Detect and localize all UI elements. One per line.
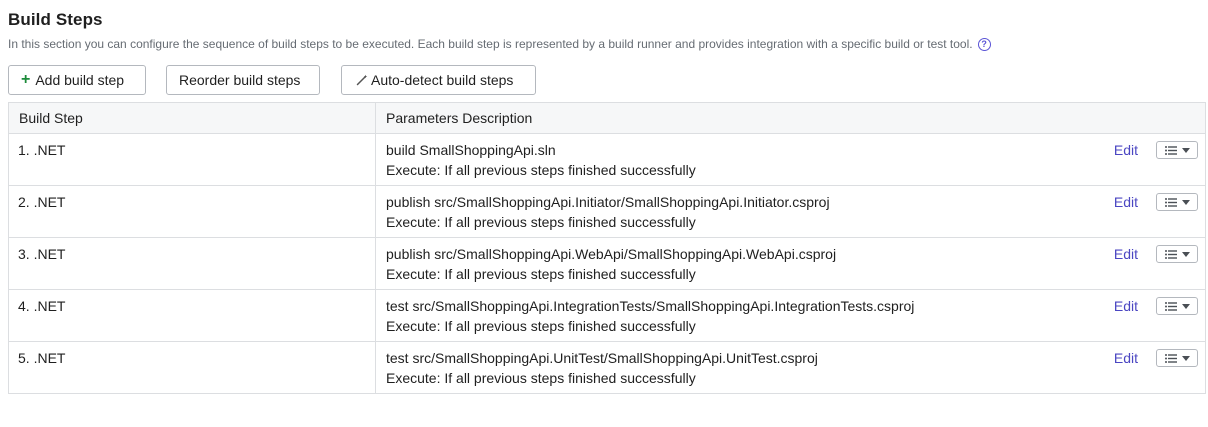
add-build-step-button[interactable]: + Add build step — [8, 65, 146, 95]
build-steps-table: Build Step Parameters Description 1. .NE… — [8, 102, 1206, 394]
page-title: Build Steps — [8, 10, 103, 29]
step-execute-condition: Execute: If all previous steps finished … — [386, 370, 696, 386]
help-circle-icon[interactable]: ? — [977, 37, 991, 51]
table-row[interactable]: 4. .NET test src/SmallShoppingApi.Integra… — [8, 289, 1206, 342]
parameters-description-cell: publish src/SmallShoppingApi.WebApi/Smal… — [375, 237, 1206, 290]
step-actions-dropdown[interactable] — [1156, 349, 1198, 367]
step-execute-condition: Execute: If all previous steps finished … — [386, 266, 696, 282]
build-step-column-header: Build Step — [8, 102, 376, 134]
reorder-build-steps-button[interactable]: Reorder build steps — [166, 65, 320, 95]
build-steps-page: Build Steps In this section you can conf… — [0, 0, 1208, 427]
step-actions-dropdown[interactable] — [1156, 141, 1198, 159]
parameters-description-cell: test src/SmallShoppingApi.UnitTest/Small… — [375, 341, 1206, 394]
chevron-down-icon — [1181, 303, 1190, 309]
edit-step-link[interactable]: Edit — [1114, 296, 1138, 316]
step-command: build SmallShoppingApi.sln — [386, 142, 556, 158]
chevron-down-icon — [1181, 199, 1190, 205]
build-step-name: 4. .NET — [8, 289, 376, 342]
list-icon — [1164, 197, 1177, 207]
edit-step-link[interactable]: Edit — [1114, 348, 1138, 368]
step-execute-condition: Execute: If all previous steps finished … — [386, 318, 696, 334]
add-build-step-label: Add build step — [35, 72, 125, 88]
reorder-build-steps-label: Reorder build steps — [179, 72, 301, 88]
chevron-down-icon — [1181, 251, 1190, 257]
list-icon — [1164, 353, 1177, 363]
description-text: In this section you can configure the se… — [8, 37, 973, 51]
step-actions-dropdown[interactable] — [1156, 245, 1198, 263]
step-command: test src/SmallShoppingApi.UnitTest/Small… — [386, 350, 818, 366]
chevron-down-icon — [1181, 355, 1190, 361]
table-header-row: Build Step Parameters Description — [8, 102, 1206, 134]
parameters-description-cell: publish src/SmallShoppingApi.Initiator/S… — [375, 185, 1206, 238]
step-execute-condition: Execute: If all previous steps finished … — [386, 162, 696, 178]
plus-icon: + — [21, 71, 31, 88]
table-row[interactable]: 3. .NET publish src/SmallShoppingApi.WebA… — [8, 237, 1206, 290]
section-description: In this section you can configure the se… — [8, 37, 991, 51]
auto-detect-build-steps-button[interactable]: Auto-detect build steps — [341, 65, 536, 95]
parameters-description-cell: test src/SmallShoppingApi.IntegrationTes… — [375, 289, 1206, 342]
step-command: publish src/SmallShoppingApi.WebApi/Smal… — [386, 246, 837, 262]
step-actions-dropdown[interactable] — [1156, 193, 1198, 211]
step-actions-dropdown[interactable] — [1156, 297, 1198, 315]
table-row[interactable]: 2. .NET publish src/SmallShoppingApi.Init… — [8, 185, 1206, 238]
auto-detect-build-steps-label: Auto-detect build steps — [371, 72, 514, 88]
magic-wand-icon — [356, 74, 368, 86]
table-row[interactable]: 5. .NET test src/SmallShoppingApi.UnitTes… — [8, 341, 1206, 394]
step-execute-condition: Execute: If all previous steps finished … — [386, 214, 696, 230]
build-steps-table-body: 1. .NET build SmallShoppingApi.sln Execute… — [8, 133, 1206, 394]
list-icon — [1164, 145, 1177, 155]
list-icon — [1164, 301, 1177, 311]
build-step-name: 3. .NET — [8, 237, 376, 290]
table-row[interactable]: 1. .NET build SmallShoppingApi.sln Execute… — [8, 133, 1206, 186]
chevron-down-icon — [1181, 147, 1190, 153]
build-step-name: 5. .NET — [8, 341, 376, 394]
edit-step-link[interactable]: Edit — [1114, 192, 1138, 212]
build-step-name: 1. .NET — [8, 133, 376, 186]
step-command: test src/SmallShoppingApi.IntegrationTes… — [386, 298, 915, 314]
edit-step-link[interactable]: Edit — [1114, 244, 1138, 264]
list-icon — [1164, 249, 1177, 259]
edit-step-link[interactable]: Edit — [1114, 140, 1138, 160]
build-step-name: 2. .NET — [8, 185, 376, 238]
parameters-description-column-header: Parameters Description — [375, 102, 1206, 134]
step-command: publish src/SmallShoppingApi.Initiator/S… — [386, 194, 830, 210]
parameters-description-cell: build SmallShoppingApi.sln Execute: If al… — [375, 133, 1206, 186]
